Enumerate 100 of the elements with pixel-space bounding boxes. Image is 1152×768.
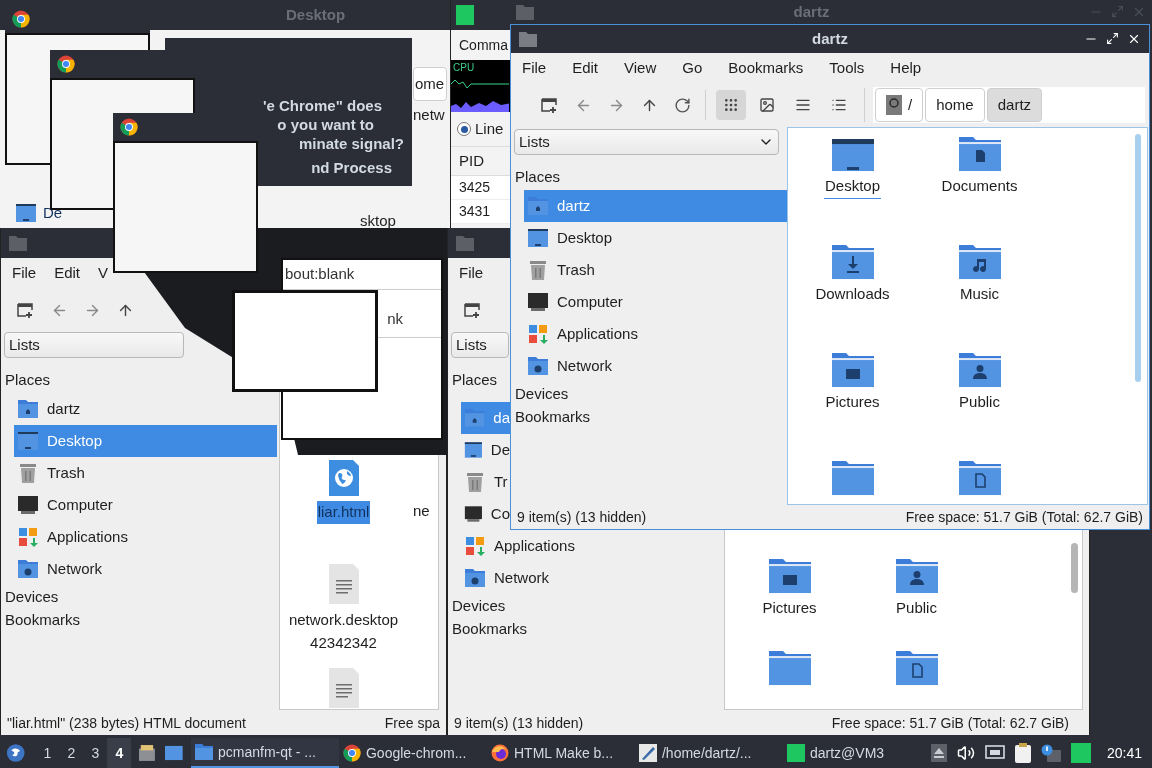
place-item[interactable]: Applications [524, 318, 787, 350]
terminal-icon[interactable] [1070, 743, 1091, 763]
place-item[interactable]: De [461, 434, 510, 466]
applications-icon [17, 526, 39, 548]
menu-icon [795, 97, 811, 113]
places-combobox[interactable]: Lists [514, 129, 779, 155]
folder-item[interactable]: Documents [916, 133, 1043, 241]
place-item[interactable]: Desktop [524, 222, 787, 254]
place-item[interactable]: Network [524, 350, 787, 382]
menu-item[interactable]: Help [889, 56, 923, 80]
folder-item[interactable]: Desktop [789, 133, 916, 241]
section-heading: Devices [515, 384, 570, 404]
table-cell: 3431 [451, 200, 512, 224]
path-button[interactable]: ome [413, 67, 447, 101]
monitor-icon [464, 504, 483, 524]
icon-view-button[interactable] [716, 90, 746, 120]
folder-icon [519, 31, 537, 47]
home-folder-icon [17, 399, 39, 419]
folder-item[interactable]: Pictures [789, 349, 916, 457]
section-heading: Places [5, 370, 52, 390]
radio-label: Line [475, 118, 504, 139]
radio-button[interactable] [457, 122, 471, 136]
task-button[interactable]: /home/dartz/... [634, 738, 783, 768]
task-button[interactable]: pcmanfm-qt - ... [190, 738, 339, 768]
volume-icon[interactable] [956, 744, 975, 762]
folder-item[interactable]: Downloads [789, 241, 916, 349]
menu-item[interactable]: Tools [828, 56, 866, 80]
place-item[interactable]: Tr [461, 466, 510, 498]
window-title: Desktop [286, 4, 346, 25]
combobox-value: Lists [456, 334, 487, 355]
places-combobox[interactable]: Lists [451, 332, 509, 358]
combobox-value: Lists [9, 334, 40, 355]
menu-item[interactable]: View [623, 56, 658, 80]
folder-item[interactable]: Public [916, 349, 1043, 457]
path-button[interactable]: / [875, 88, 924, 122]
eject-icon[interactable] [930, 744, 947, 762]
menu-item[interactable]: File [458, 261, 485, 285]
file-name: netw [413, 105, 445, 125]
close-icon[interactable] [1127, 32, 1141, 46]
folder-icon [516, 4, 534, 20]
text-file-icon [326, 668, 361, 708]
notification-icon[interactable] [1040, 744, 1061, 762]
new-window-icon[interactable] [464, 301, 482, 319]
section-heading: Bookmarks [5, 610, 82, 630]
file-name: Desktop [824, 175, 881, 199]
menu-item[interactable]: File [11, 261, 38, 285]
new-window-icon[interactable] [17, 301, 35, 319]
status-text: "liar.html" (238 bytes) HTML document [7, 713, 246, 733]
network-icon[interactable] [984, 745, 1005, 761]
section-heading: Bookmarks [515, 407, 592, 427]
file-cabinet-icon[interactable] [139, 744, 156, 762]
task-button[interactable]: dartz@VM3 [782, 738, 931, 768]
reload-icon[interactable] [674, 96, 691, 114]
place-item[interactable]: dartz [524, 190, 787, 222]
menu-item[interactable]: Edit [53, 261, 82, 285]
folder-icon [194, 744, 213, 760]
place-item[interactable]: Applications [461, 530, 724, 562]
path-button[interactable]: home [925, 88, 985, 122]
place-item[interactable]: Network [14, 553, 277, 585]
workspace-button[interactable]: 2 [59, 738, 84, 768]
clipboard-icon[interactable] [1014, 743, 1031, 763]
window-icon[interactable] [165, 745, 183, 761]
workspace-button[interactable]: 4 [107, 738, 132, 768]
place-item[interactable]: Computer [524, 286, 787, 318]
text-editor-icon [638, 744, 657, 762]
place-item[interactable]: Computer [14, 489, 277, 521]
chrome-icon [12, 10, 30, 28]
menu-item[interactable]: Edit [571, 56, 600, 80]
dialog-text: nd Process [311, 158, 392, 177]
drive-icon [886, 95, 902, 115]
place-item[interactable]: Applications [14, 521, 277, 553]
task-button[interactable]: Google-chrom... [338, 738, 487, 768]
place-item[interactable]: Trash [14, 457, 277, 489]
home-folder-icon [527, 196, 549, 216]
places-combobox[interactable]: Lists [4, 332, 184, 358]
place-item[interactable]: Trash [524, 254, 787, 286]
maximize-icon[interactable] [1106, 32, 1119, 45]
place-item[interactable]: Network [461, 562, 724, 594]
path-button[interactable]: dartz [986, 88, 1043, 122]
trash-icon [17, 462, 39, 484]
place-item[interactable]: Co [461, 498, 510, 530]
workspace-button[interactable]: 1 [35, 738, 60, 768]
new-window-icon[interactable] [541, 96, 559, 114]
workspace-button[interactable]: 3 [83, 738, 108, 768]
dialog-text: o you want to [277, 115, 374, 134]
place-item[interactable]: Desktop [14, 425, 277, 457]
folder-item[interactable]: Music [916, 241, 1043, 349]
task-button[interactable]: HTML Make b... [486, 738, 635, 768]
menu-item[interactable]: Bookmarks [727, 56, 805, 80]
place-item[interactable]: da [461, 402, 510, 434]
network-folder-icon [17, 559, 39, 579]
start-menu-icon[interactable] [6, 742, 26, 764]
chrome-icon [57, 55, 75, 73]
file-name[interactable]: liar.html [316, 501, 371, 524]
terminal-icon [786, 744, 805, 762]
menu-item[interactable]: V [97, 261, 110, 285]
file-name: sktop [360, 211, 396, 231]
menu-item[interactable]: File [521, 56, 548, 80]
place-item[interactable]: dartz [14, 393, 277, 425]
menu-item[interactable]: Go [681, 56, 704, 80]
